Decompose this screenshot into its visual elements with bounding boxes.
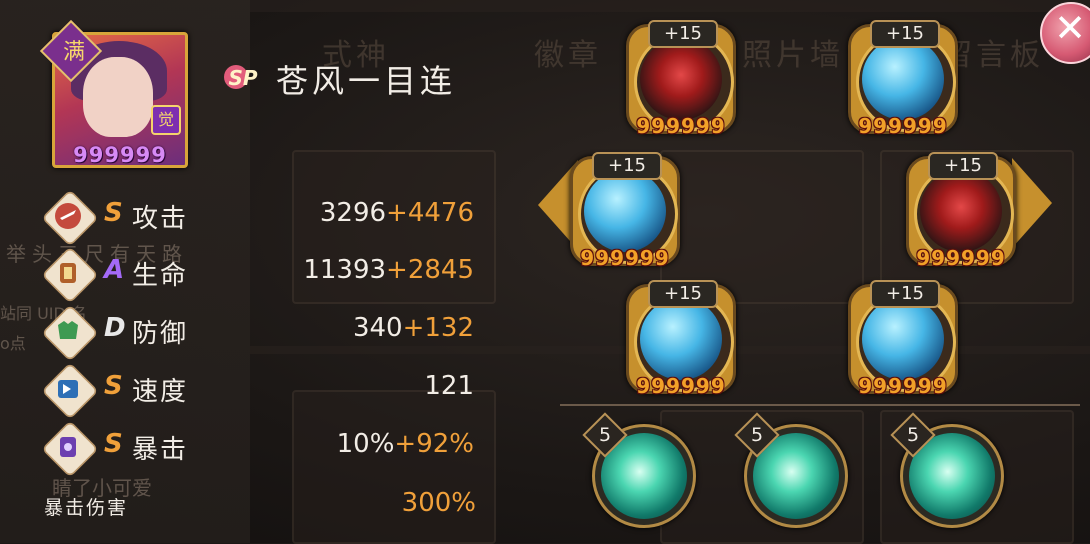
stat-row-attack: S 攻击 3296+4476: [41, 189, 484, 247]
soul-number: 999999: [580, 246, 670, 270]
speed-icon: [58, 380, 78, 398]
divider: [560, 404, 1080, 406]
skill-orb-3[interactable]: 5: [890, 412, 1004, 528]
shelf-top: [250, 0, 1090, 12]
sp-text: SP: [228, 66, 257, 90]
stat-row-crit: S 暴击 10%+92%: [41, 420, 484, 478]
face-shape: [83, 57, 153, 137]
ghost-text: o点: [0, 334, 26, 353]
stat-value: 10%+92%: [337, 429, 474, 459]
stat-label: 防御: [132, 319, 189, 349]
soul-number: 999999: [858, 374, 948, 398]
soul-slot-6[interactable]: +15 999999: [848, 280, 958, 398]
soul-plus: +15: [592, 152, 662, 180]
tab-photo-wall[interactable]: 照片墙: [742, 30, 844, 74]
crit-damage-value: 300%: [401, 488, 476, 518]
close-icon[interactable]: ✕: [1050, 8, 1090, 48]
stat-grade: D: [104, 313, 126, 343]
stat-label: 生命: [132, 261, 189, 291]
crit-damage-label: 暴击伤害: [44, 497, 129, 519]
stat-base: 3296: [319, 198, 387, 228]
character-name: 苍风一目连: [276, 62, 457, 100]
skill-level: 5: [906, 424, 920, 446]
stat-label: 暴击: [132, 435, 189, 465]
stat-label: 速度: [132, 377, 189, 407]
skill-orb-2[interactable]: 5: [734, 412, 848, 528]
stat-label: 攻击: [132, 204, 189, 234]
soul-slot-1[interactable]: +15 999999: [626, 20, 736, 138]
soul-number: 999999: [636, 374, 726, 398]
soul-number: 999999: [858, 114, 948, 138]
stat-base: 11393: [303, 255, 387, 285]
max-badge: 满: [62, 40, 85, 65]
stat-base: 340: [352, 313, 403, 343]
soul-plus: +15: [648, 280, 718, 308]
soul-art-icon: [640, 38, 722, 120]
soul-plus: +15: [928, 152, 998, 180]
soul-slot-2[interactable]: +15 999999: [848, 20, 958, 138]
soul-number: 999999: [636, 114, 726, 138]
soul-plus: +15: [870, 280, 940, 308]
stat-grade: S: [104, 371, 123, 401]
soul-plus: +15: [870, 20, 940, 48]
stat-value: 340+132: [353, 313, 474, 343]
skill-level: 5: [598, 424, 612, 446]
tab-badge[interactable]: 徽章: [534, 30, 602, 74]
soul-art-icon: [640, 298, 722, 380]
soul-slot-4[interactable]: +15 999999: [906, 152, 1016, 270]
defense-icon: [58, 321, 78, 339]
awaken-badge: 觉: [151, 105, 181, 135]
stat-base: 10%: [336, 429, 395, 459]
soul-frame-right-arrow: [1012, 158, 1052, 248]
soul-plus: +15: [648, 20, 718, 48]
soul-slot-3[interactable]: +15 999999: [570, 152, 680, 270]
portrait-number: 999999: [73, 143, 167, 167]
stat-value: 11393+2845: [303, 255, 474, 285]
stat-value: 121: [424, 371, 474, 401]
skill-level: 5: [750, 424, 764, 446]
soul-art-icon: [920, 170, 1002, 252]
soul-art-icon: [862, 38, 944, 120]
stat-grade: S: [104, 198, 123, 228]
stat-value: 3296+4476: [320, 198, 474, 228]
stat-bonus: +132: [402, 313, 474, 343]
stat-grade: S: [104, 429, 123, 459]
stat-row-speed: S 速度 121: [41, 362, 484, 420]
soul-number: 999999: [916, 246, 1006, 270]
soul-slot-5[interactable]: +15 999999: [626, 280, 736, 398]
stat-row-defense: D 防御 340+132: [41, 304, 484, 362]
character-portrait[interactable]: 满 觉 999999: [39, 19, 188, 168]
sp-rarity-icon: SP: [224, 65, 258, 90]
hp-icon: [60, 263, 76, 283]
stat-base: 121: [424, 371, 474, 401]
stat-bonus: +92%: [394, 429, 474, 459]
soul-art-icon: [584, 170, 666, 252]
skill-orb-1[interactable]: 5: [582, 412, 696, 528]
soul-art-icon: [862, 298, 944, 380]
stat-grade: A: [104, 255, 125, 285]
stat-bonus: +2845: [386, 255, 474, 285]
stat-bonus: +4476: [386, 198, 474, 228]
attack-icon: [55, 203, 81, 229]
crit-icon: [60, 437, 76, 457]
stat-row-hp: A 生命 11393+2845: [41, 246, 484, 304]
